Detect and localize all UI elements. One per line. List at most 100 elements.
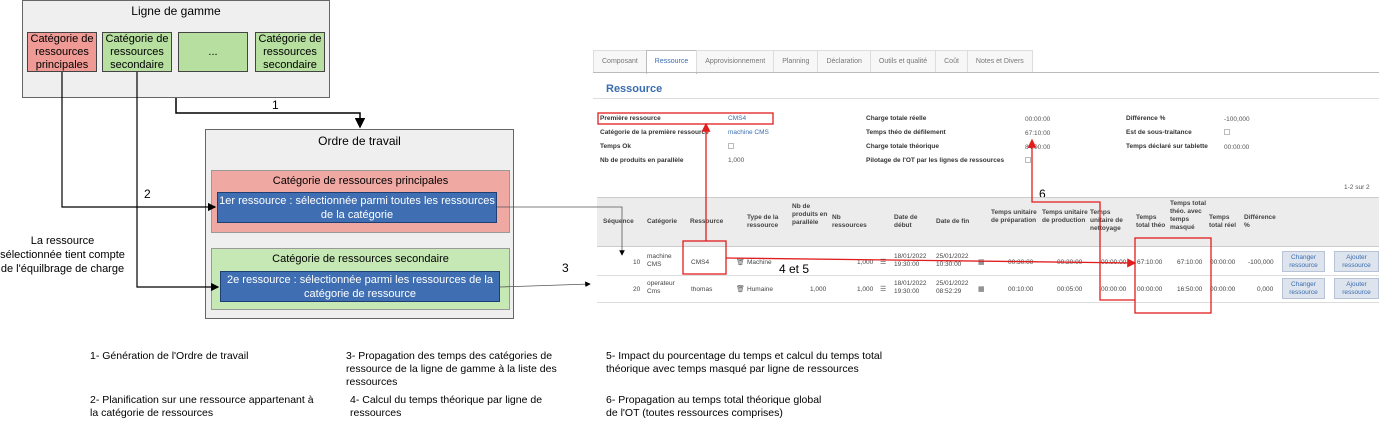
side-note: La ressource sélectionnée tient compte d…: [0, 235, 125, 275]
section-title: Ressource: [606, 83, 663, 95]
trash-icon[interactable]: 🗑: [736, 258, 745, 266]
add-resource-button[interactable]: Ajouter ressource: [1334, 251, 1379, 272]
change-resource-button[interactable]: Changer ressource: [1282, 251, 1325, 272]
field-label-difference: Différence %: [1126, 115, 1166, 122]
col-date-debut[interactable]: Date de début: [894, 214, 932, 230]
list-icon[interactable]: ☰: [880, 258, 886, 266]
col-categorie[interactable]: Catégorie: [647, 218, 687, 226]
col-nb-ressources[interactable]: Nb ressources: [832, 214, 876, 230]
row2-debut: 18/01/2022 19:30:00: [894, 280, 927, 295]
tab-cout[interactable]: Coût: [935, 50, 968, 73]
legend-item-4: 4- Calcul du temps théorique par ligne d…: [350, 394, 543, 419]
row1-prod: 00:20:00: [1057, 259, 1083, 266]
col-difference[interactable]: Différence %: [1244, 214, 1282, 230]
field-label-premiere-ressource: Première ressource: [600, 115, 661, 122]
ot-principal-title: Catégorie de ressources principales: [272, 175, 449, 187]
field-value-premiere-ressource[interactable]: CMS4: [728, 115, 746, 122]
row-divider: [597, 275, 1379, 276]
row1-seq: 10: [633, 259, 641, 266]
col-temps-total-masque[interactable]: Temps total théo. avec temps masqué: [1170, 200, 1206, 232]
pilotage-checkbox[interactable]: [1025, 157, 1031, 163]
field-value-difference: -100,000: [1224, 116, 1250, 123]
row2-type: Humaine: [747, 286, 774, 293]
row1-net: 00:00:00: [1101, 259, 1127, 266]
change-resource-button[interactable]: Changer ressource: [1282, 278, 1325, 299]
tab-planning[interactable]: Planning: [773, 50, 819, 73]
row2-res[interactable]: thomas: [691, 286, 712, 294]
tab-composant[interactable]: Composant: [593, 50, 647, 73]
row1-theo: 67:10:00: [1137, 259, 1163, 266]
row2-fin: 25/01/2022 08:52:29: [936, 280, 969, 295]
section-divider: [593, 98, 1379, 99]
temps-ok-checkbox[interactable]: [728, 143, 734, 149]
row2-prod: 00:05:00: [1057, 286, 1083, 293]
field-label-temps-defilement: Temps théo de défilement: [866, 129, 946, 136]
tab-bar: Composant Ressource Approvisionnement Pl…: [593, 50, 1033, 74]
add-resource-button[interactable]: Ajouter ressource: [1334, 278, 1379, 299]
field-value-charge-theorique: 84:00:00: [1025, 144, 1051, 151]
row2-diff: 0,000: [1257, 286, 1274, 293]
col-sequence[interactable]: Séquence: [603, 218, 643, 226]
calendar-icon[interactable]: ▦: [978, 285, 985, 293]
row1-cat: machine CMS: [647, 253, 672, 268]
trash-icon[interactable]: 🗑: [736, 285, 745, 293]
field-label-charge-theorique: Charge totale théorique: [866, 143, 939, 150]
step-label-3: 3: [562, 261, 569, 275]
row2-masque: 16:50:00: [1177, 286, 1203, 293]
col-temps-nettoyage[interactable]: Temps unitaire de nettoyage: [1090, 209, 1134, 233]
row1-diff: -100,000: [1248, 259, 1274, 266]
row-divider: [597, 302, 1379, 303]
step-label-2: 2: [144, 187, 151, 201]
col-temps-total-reel[interactable]: Temps total réel: [1209, 214, 1241, 230]
list-icon[interactable]: ☰: [880, 285, 886, 293]
pager: 1-2 sur 2: [1344, 184, 1370, 191]
field-value-temps-defilement: 67:10:00: [1025, 130, 1051, 137]
tab-approvisionnement[interactable]: Approvisionnement: [696, 50, 775, 73]
field-label-sous-traitance: Est de sous-traitance: [1126, 129, 1192, 136]
col-nb-produits[interactable]: Nb de produits en parallèle: [792, 203, 828, 227]
field-label-temps-ok: Temps Ok: [600, 143, 631, 150]
ot-title: Ordre de travail: [318, 134, 401, 148]
tab-declaration[interactable]: Déclaration: [817, 50, 871, 73]
col-temps-total-theo[interactable]: Temps total théo: [1136, 214, 1170, 230]
col-type[interactable]: Type de la ressource: [747, 214, 789, 230]
legend-item-1: 1- Génération de l'Ordre de travail: [90, 350, 249, 362]
gamme-cat-ellipsis: ...: [178, 32, 248, 72]
row1-debut: 18/01/2022 19:30:00: [894, 253, 927, 268]
tab-ressource[interactable]: Ressource: [645, 50, 698, 74]
legend-item-2: 2- Planification sur une ressource appar…: [90, 394, 314, 419]
field-label-charge-reelle: Charge totale réelle: [866, 115, 927, 122]
tab-outils-qualite[interactable]: Outils et qualité: [869, 50, 937, 73]
row2-par: 1,000: [810, 286, 827, 293]
tab-underline: [593, 72, 1379, 73]
col-temps-preparation[interactable]: Temps unitaire de préparation: [991, 209, 1039, 225]
field-label-categorie: Catégorie de la première ressource: [600, 129, 709, 136]
row2-reel: 00:00:00: [1210, 286, 1236, 293]
field-value-temps-tablette: 00:00:00: [1224, 144, 1250, 151]
col-date-fin[interactable]: Date de fin: [936, 218, 984, 226]
row2-prep: 00:10:00: [1008, 286, 1034, 293]
row1-nb: 1,000: [857, 259, 874, 266]
tab-notes-divers[interactable]: Notes et Divers: [966, 50, 1033, 73]
col-temps-production[interactable]: Temps unitaire de production: [1042, 209, 1090, 225]
col-ressource[interactable]: Ressource: [690, 218, 734, 226]
row1-masque: 67:10:00: [1177, 259, 1203, 266]
sous-traitance-checkbox[interactable]: [1224, 129, 1230, 135]
row2-nb: 1,000: [857, 286, 874, 293]
row1-prep: 00:30:00: [1008, 259, 1034, 266]
row1-res[interactable]: CMS4: [691, 259, 709, 267]
ot-secondaire-title: Catégorie de ressources secondaire: [272, 253, 449, 265]
gamme-cat-secondaire-1: Catégorie de ressources secondaire: [102, 32, 172, 72]
field-label-pilotage: Pilotage de l'OT par les lignes de resso…: [866, 157, 1005, 164]
row1-fin: 25/01/2022 10:30:00: [936, 253, 969, 268]
row2-seq: 20: [633, 286, 641, 293]
gamme-cat-secondaire-n: Catégorie de ressources secondaire: [255, 32, 325, 72]
ot-secondaire-resource: 2e ressource : sélectionnée parmi les re…: [220, 271, 500, 302]
calendar-icon[interactable]: ▦: [978, 258, 985, 266]
field-value-categorie[interactable]: machine CMS: [728, 129, 769, 136]
row2-cat: operateur Cms: [647, 280, 675, 295]
row2-theo: 00:00:00: [1137, 286, 1163, 293]
field-value-charge-reelle: 00:00:00: [1025, 116, 1051, 123]
field-label-temps-tablette: Temps déclaré sur tablette: [1126, 143, 1208, 150]
row2-net: 00:00:00: [1101, 286, 1127, 293]
